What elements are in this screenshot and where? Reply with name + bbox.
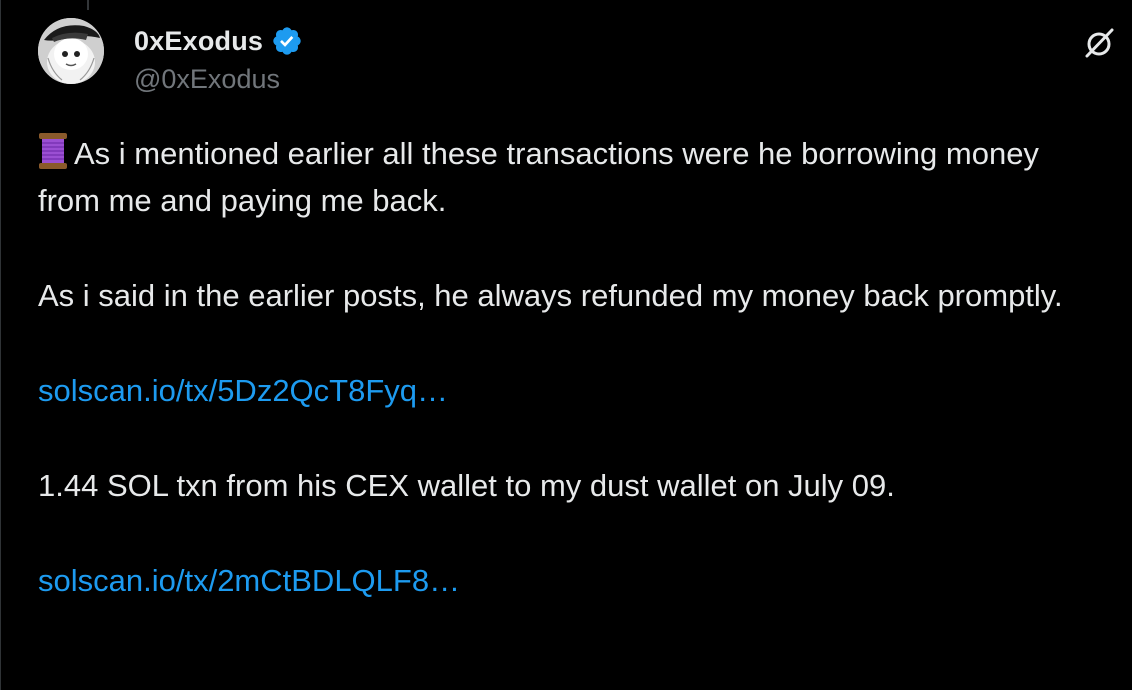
avatar[interactable] [38, 18, 104, 84]
solscan-link-2[interactable]: solscan.io/tx/2mCtBDLQLF8… [38, 563, 460, 598]
grok-slash-icon[interactable] [1082, 26, 1116, 60]
thread-connector-line [87, 0, 89, 10]
tweet-paragraph-2: As i said in the earlier posts, he alway… [38, 272, 1098, 319]
thread-border [0, 0, 1, 690]
tweet-body: As i mentioned earlier all these transac… [38, 130, 1098, 604]
author-name-row: 0xExodus [134, 22, 303, 60]
thread-spool-icon [39, 133, 67, 169]
author-block: 0xExodus @0xExodus [134, 22, 303, 95]
author-display-name[interactable]: 0xExodus [134, 26, 263, 57]
solscan-link-1[interactable]: solscan.io/tx/5Dz2QcT8Fyq… [38, 373, 448, 408]
tweet-link-1-paragraph: solscan.io/tx/5Dz2QcT8Fyq… [38, 367, 1098, 414]
tweet-paragraph-1: As i mentioned earlier all these transac… [38, 130, 1098, 224]
tweet-paragraph-3: 1.44 SOL txn from his CEX wallet to my d… [38, 462, 1098, 509]
author-handle[interactable]: @0xExodus [134, 64, 303, 95]
avatar-image [38, 18, 104, 84]
tweet-paragraph-3-text: 1.44 SOL txn from his CEX wallet to my d… [38, 468, 895, 503]
tweet-link-2-paragraph: solscan.io/tx/2mCtBDLQLF8… [38, 557, 1098, 604]
tweet-paragraph-1-text: As i mentioned earlier all these transac… [38, 136, 1039, 218]
tweet-paragraph-2-text: As i said in the earlier posts, he alway… [38, 278, 1063, 313]
verified-badge-icon[interactable] [271, 25, 303, 57]
